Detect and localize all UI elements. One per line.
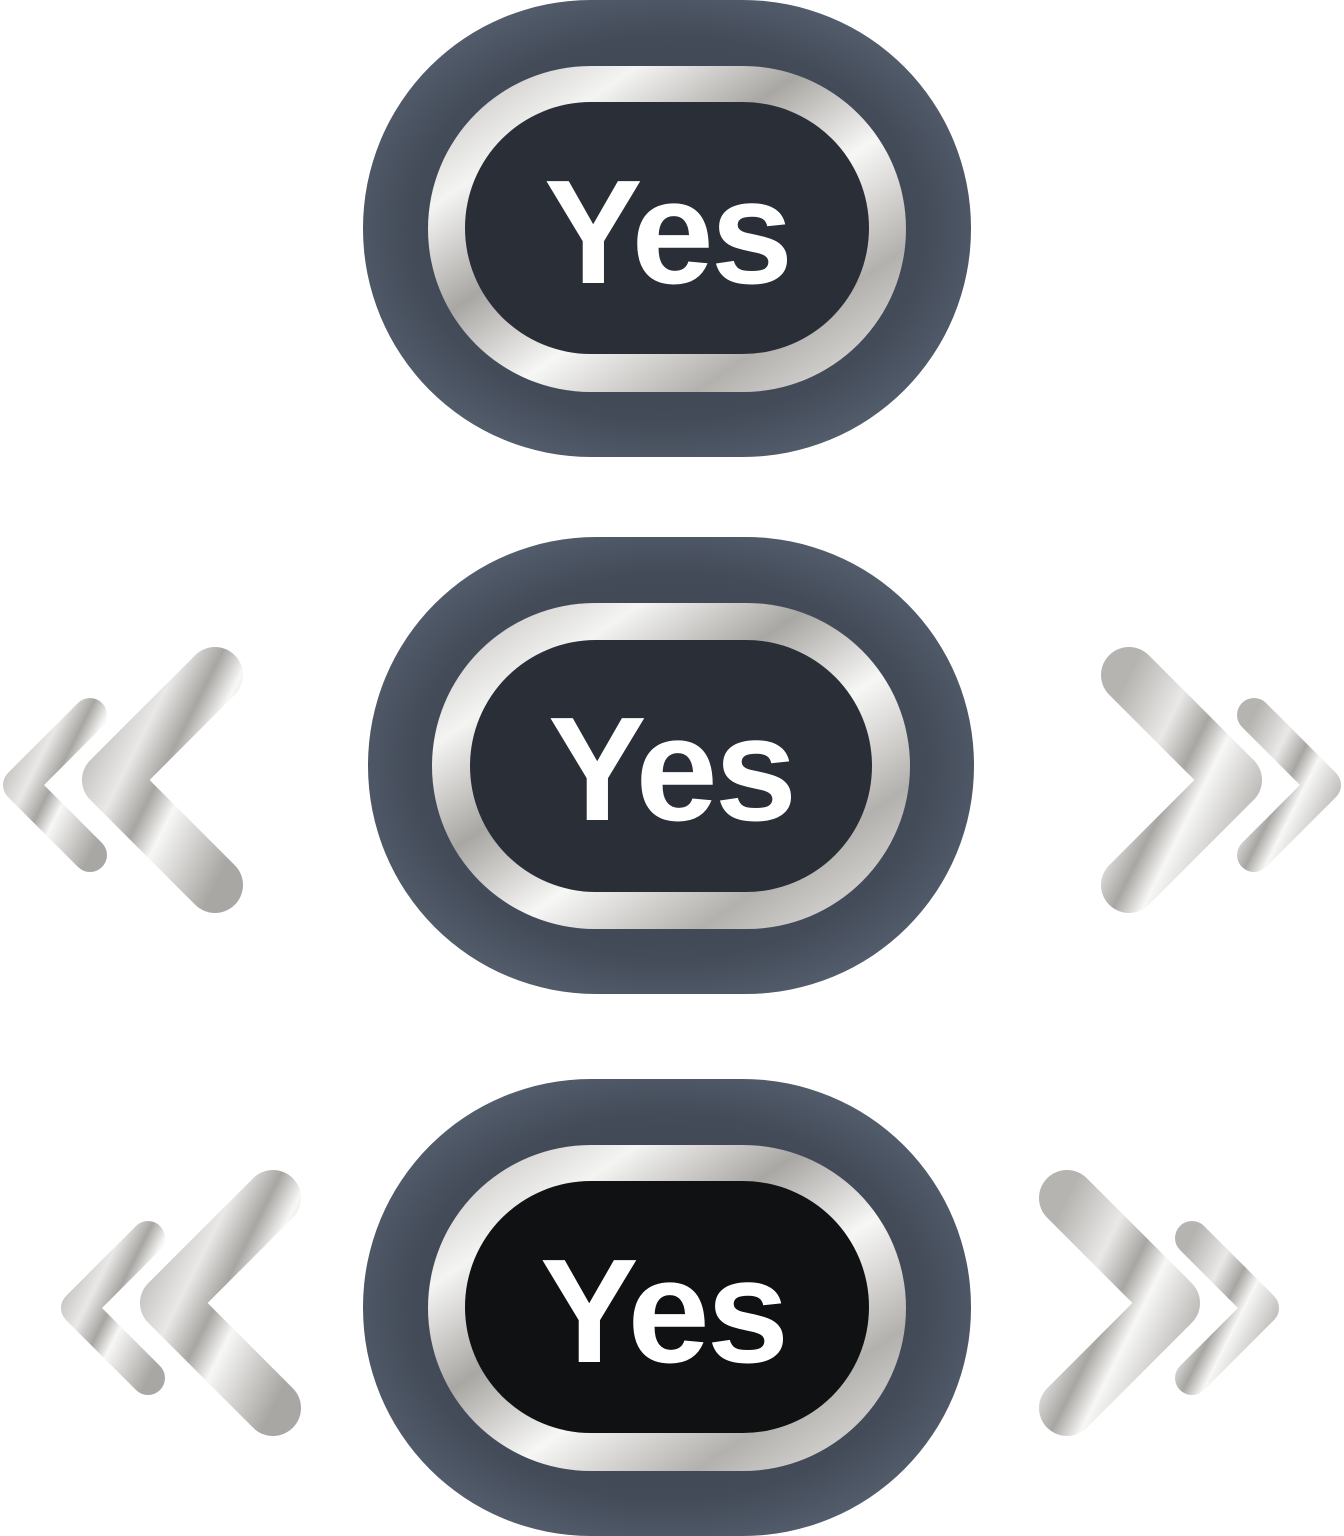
button-label: Yes [540, 1229, 786, 1394]
double-chevron-right-icon[interactable] [1007, 1170, 1279, 1436]
yes-button-1[interactable]: Yes [363, 0, 971, 457]
double-chevron-left-icon[interactable] [3, 647, 275, 913]
double-chevron-left-icon[interactable] [61, 1170, 333, 1436]
yes-button-3[interactable]: Yes [363, 1079, 971, 1536]
button-label: Yes [544, 150, 790, 315]
yes-button-2[interactable]: Yes [368, 537, 974, 994]
yes-buttons-canvas: Yes Yes Yes [3, 0, 1341, 1536]
button-label: Yes [548, 687, 794, 852]
double-chevron-right-icon[interactable] [1069, 647, 1341, 913]
